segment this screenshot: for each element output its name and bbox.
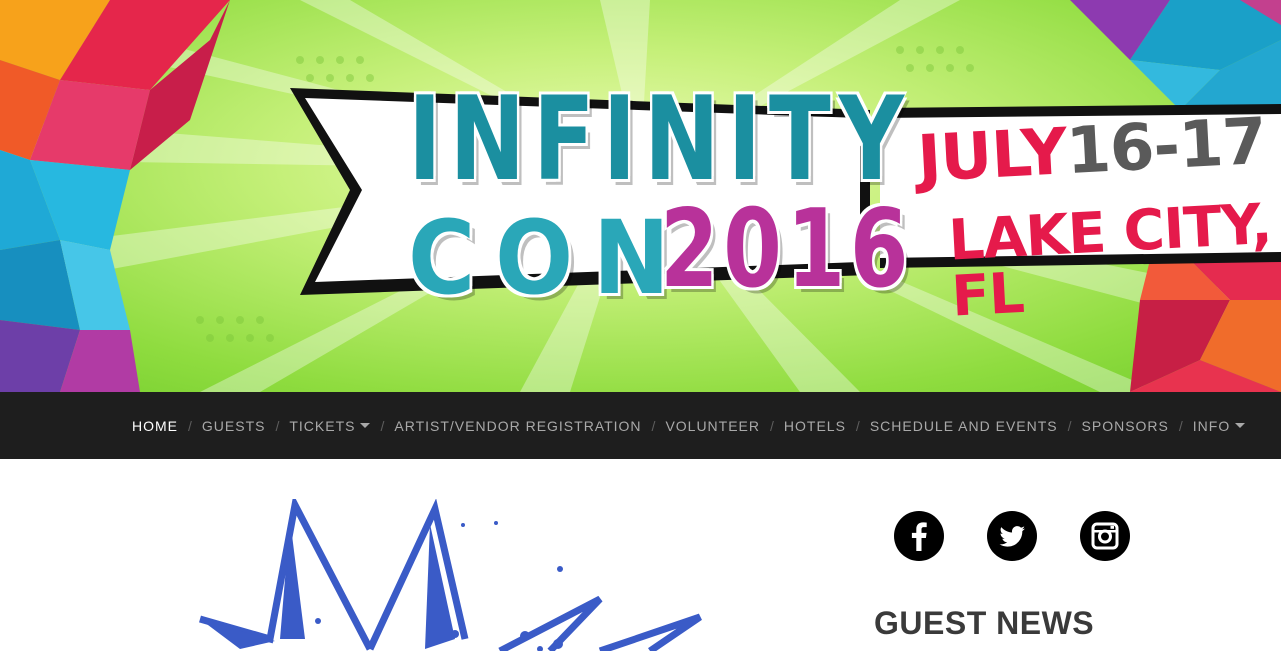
main-nav: HOME / GUESTS / TICKETS / ARTIST/VENDOR … <box>0 392 1281 459</box>
nav-item-label: HOTELS <box>783 417 846 434</box>
nav-item-guests[interactable]: GUESTS <box>202 418 266 434</box>
nav-item-label: SCHEDULE AND EVENTS <box>869 417 1058 434</box>
nav-item-label: GUESTS <box>201 417 266 434</box>
instagram-button[interactable] <box>1080 511 1130 561</box>
nav-item-schedule-and-events[interactable]: SCHEDULE AND EVENTS <box>870 418 1058 434</box>
main-content: GUEST NEWS <box>0 459 1281 651</box>
guest-news-heading: GUEST NEWS <box>874 605 1095 641</box>
nav-item-label: TICKETS <box>289 417 356 434</box>
event-days: 16-17 <box>1064 104 1268 190</box>
twitter-button[interactable] <box>987 511 1037 561</box>
header-banner: INFINITY CON 2016 JULY16-17 LAKE CITY, F… <box>0 0 1281 392</box>
nav-separator: / <box>855 417 860 434</box>
nav-separator: / <box>188 417 192 434</box>
nav-item-hotels[interactable]: HOTELS <box>784 418 846 434</box>
nav-item-home[interactable]: HOME <box>132 418 178 434</box>
social-links <box>894 511 1130 561</box>
nav-item-label: VOLUNTEER <box>665 417 761 434</box>
event-location: LAKE CITY, FL <box>947 191 1273 330</box>
caret-down-icon <box>1235 423 1246 428</box>
nav-separator: / <box>1067 417 1072 434</box>
nav-separator: / <box>275 417 280 434</box>
nav-item-artist-vendor-registration[interactable]: ARTIST/VENDOR REGISTRATION <box>394 418 641 434</box>
event-date: JULY16-17 <box>916 105 1268 197</box>
title-infinity: INFINITY <box>408 72 912 207</box>
instagram-icon <box>1091 522 1119 550</box>
title-year: 2016 <box>660 187 914 312</box>
nav-separator: / <box>770 417 774 434</box>
event-logo: INFINITY CON 2016 JULY16-17 LAKE CITY, F… <box>0 0 1281 392</box>
nav-item-tickets[interactable]: TICKETS <box>289 417 371 434</box>
nav-item-label: HOME <box>132 417 178 434</box>
nav-item-label: INFO <box>1192 417 1231 434</box>
nav-item-volunteer[interactable]: VOLUNTEER <box>665 418 760 434</box>
comic-burst-image <box>199 499 702 651</box>
twitter-icon <box>999 526 1025 547</box>
nav-item-sponsors[interactable]: SPONSORS <box>1082 418 1169 434</box>
nav-separator: / <box>651 417 656 434</box>
title-con: CON <box>408 199 690 318</box>
nav-item-label: ARTIST/VENDOR REGISTRATION <box>394 417 642 434</box>
facebook-button[interactable] <box>894 511 944 561</box>
nav-separator: / <box>380 417 385 434</box>
caret-down-icon <box>360 423 371 428</box>
event-month: JULY <box>915 115 1069 197</box>
nav-item-label: SPONSORS <box>1081 417 1169 434</box>
facebook-icon <box>911 522 927 551</box>
nav-item-info[interactable]: INFO <box>1192 417 1246 434</box>
nav-separator: / <box>1178 417 1183 434</box>
